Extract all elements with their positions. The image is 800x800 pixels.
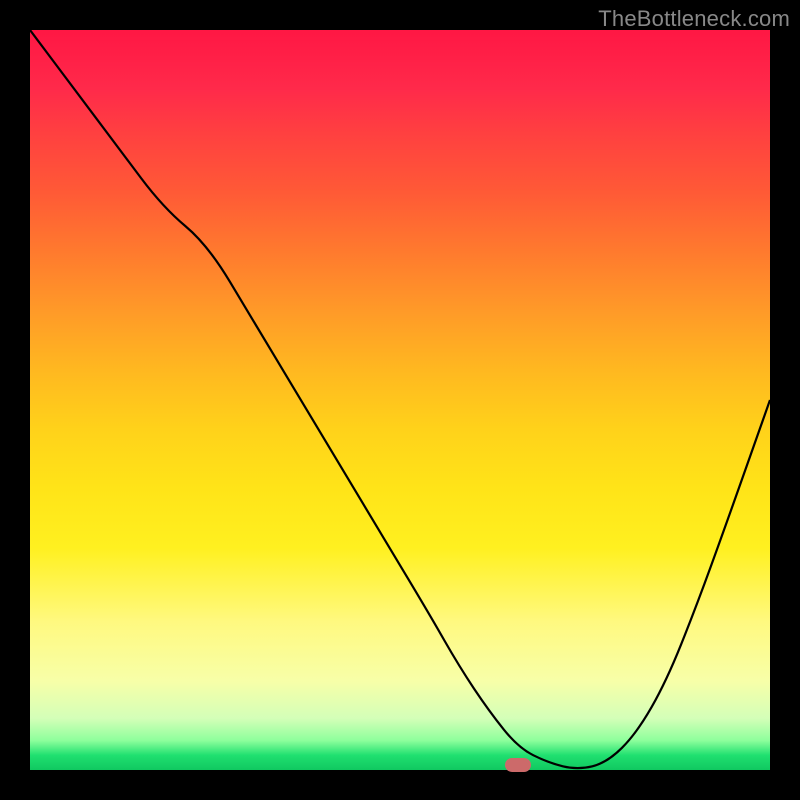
watermark-text: TheBottleneck.com xyxy=(598,6,790,32)
optimal-point-marker xyxy=(505,758,531,772)
plot-area xyxy=(30,30,770,770)
curve-path xyxy=(30,30,770,768)
chart-frame: TheBottleneck.com xyxy=(0,0,800,800)
bottleneck-curve xyxy=(30,30,770,770)
